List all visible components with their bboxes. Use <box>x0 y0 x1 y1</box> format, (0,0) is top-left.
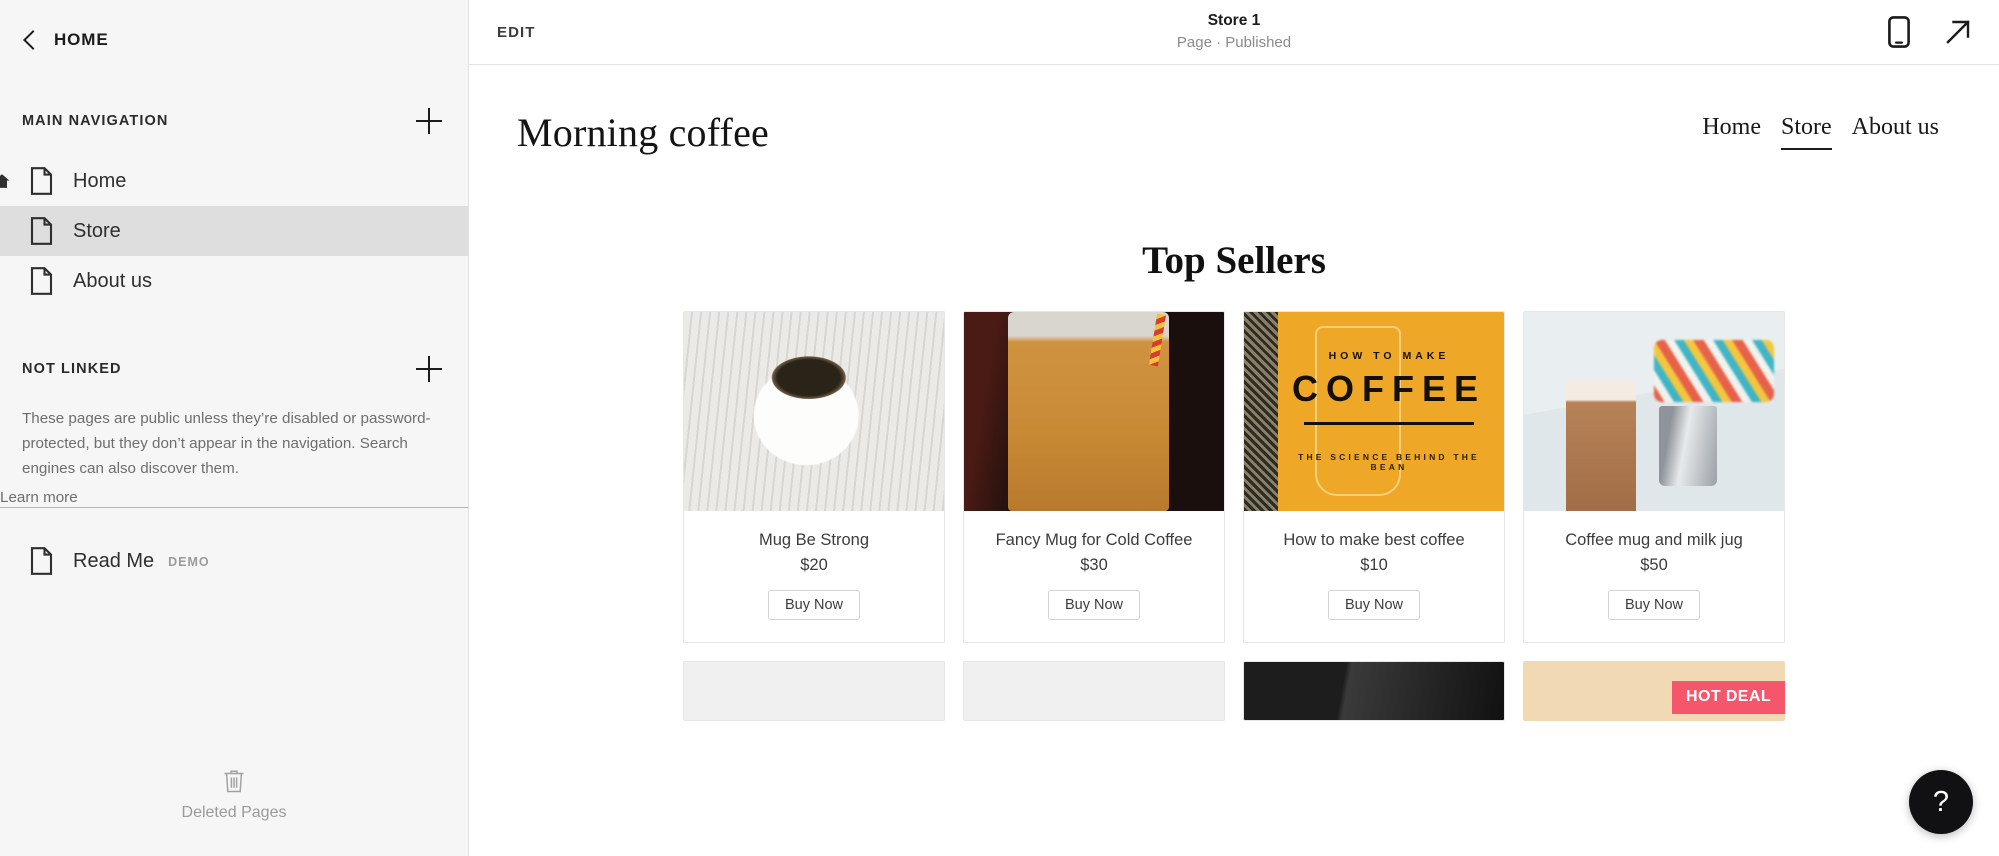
product-name: Mug Be Strong <box>758 531 870 549</box>
milk-jug-decoration <box>1659 405 1718 486</box>
homepage-indicator-icon <box>0 174 10 188</box>
product-card[interactable] <box>683 661 945 721</box>
site-logo: Morning coffee <box>517 110 769 155</box>
sidebar-item-about-us[interactable]: About us <box>0 256 468 306</box>
page-icon <box>30 267 53 295</box>
product-name: Coffee mug and milk jug <box>1565 531 1743 549</box>
page-icon <box>30 217 53 245</box>
product-image: HOW TO MAKE COFFEE THE SCIENCE BEHIND TH… <box>1244 312 1504 511</box>
product-image <box>964 312 1224 511</box>
buy-now-button[interactable]: Buy Now <box>1607 590 1701 620</box>
product-card[interactable] <box>963 661 1225 721</box>
main-panel: EDIT Store 1 Page · Published Morning co… <box>469 0 1999 856</box>
sidebar-item-home[interactable]: Home <box>0 156 468 206</box>
deleted-pages-label: Deleted Pages <box>181 804 287 821</box>
product-grid: Mug Be Strong $20 Buy Now Fancy Mug for … <box>469 311 1999 643</box>
product-name: Fancy Mug for Cold Coffee <box>995 531 1193 549</box>
sidebar-item-store[interactable]: Store <box>0 206 468 256</box>
straw-decoration <box>1148 313 1166 367</box>
mobile-preview-icon[interactable] <box>1888 16 1910 48</box>
page-icon <box>30 167 53 195</box>
site-nav-home[interactable]: Home <box>1702 114 1761 148</box>
product-info: Fancy Mug for Cold Coffee $30 Buy Now <box>964 511 1224 642</box>
product-card[interactable]: Mug Be Strong $20 Buy Now <box>683 311 945 643</box>
product-card[interactable]: HOT DEAL <box>1523 661 1785 721</box>
site-navigation: Home Store About us <box>1702 114 1939 156</box>
product-price: $50 <box>1640 556 1668 574</box>
back-to-home-button[interactable]: HOME <box>0 0 468 58</box>
product-info: Coffee mug and milk jug $50 Buy Now <box>1524 511 1784 642</box>
product-image <box>964 662 1224 720</box>
sidebar-item-label: Store <box>73 219 121 242</box>
product-grid-row-2: HOT DEAL <box>469 661 1999 721</box>
page-title: Store 1 <box>1207 12 1261 30</box>
product-image <box>1244 662 1504 720</box>
product-price: $30 <box>1080 556 1108 574</box>
product-card[interactable]: HOW TO MAKE COFFEE THE SCIENCE BEHIND TH… <box>1243 311 1505 643</box>
not-linked-section-header: NOT LINKED <box>0 356 468 382</box>
help-label: ? <box>1932 785 1950 818</box>
page-icon <box>30 547 53 575</box>
back-label: HOME <box>54 30 109 49</box>
section-title: Top Sellers <box>1142 239 1326 282</box>
product-image <box>1524 312 1784 511</box>
site-nav-store[interactable]: Store <box>1780 114 1832 150</box>
site-nav-about-us[interactable]: About us <box>1852 114 1939 148</box>
page-meta: Store 1 Page · Published <box>1177 11 1291 52</box>
poster-line-1: HOW TO MAKE <box>1328 350 1450 362</box>
open-external-arrow-icon[interactable] <box>1943 17 1973 47</box>
sidebar-item-read-me[interactable]: Read Me DEMO <box>0 536 468 586</box>
not-linked-list: Read Me DEMO <box>0 536 468 586</box>
buy-now-button[interactable]: Buy Now <box>767 590 861 620</box>
product-card[interactable] <box>1243 661 1505 721</box>
poster-rule <box>1304 422 1474 425</box>
mesh-decoration <box>1244 312 1278 511</box>
page-status: Page · Published <box>1176 34 1292 52</box>
buy-now-button[interactable]: Buy Now <box>1327 590 1421 620</box>
toolbar-actions <box>1888 16 1973 48</box>
not-linked-title: NOT LINKED <box>22 361 122 377</box>
page-toolbar: EDIT Store 1 Page · Published <box>469 0 1999 65</box>
add-main-navigation-page-button[interactable] <box>416 108 442 134</box>
sidebar-item-label: Home <box>73 169 127 192</box>
add-not-linked-page-button[interactable] <box>416 356 442 382</box>
product-card[interactable]: Fancy Mug for Cold Coffee $30 Buy Now <box>963 311 1225 643</box>
product-info: Mug Be Strong $20 Buy Now <box>684 511 944 642</box>
main-navigation-section-header: MAIN NAVIGATION <box>0 108 468 134</box>
pages-sidebar: HOME MAIN NAVIGATION Home Store About us… <box>0 0 469 856</box>
demo-badge: DEMO <box>168 555 210 569</box>
site-header: Morning coffee Home Store About us <box>469 65 1999 156</box>
app-root: HOME MAIN NAVIGATION Home Store About us… <box>0 0 1999 856</box>
product-price: $20 <box>800 556 828 574</box>
deleted-pages-button[interactable]: Deleted Pages <box>0 769 468 856</box>
buy-now-button[interactable]: Buy Now <box>1047 590 1141 620</box>
product-info: How to make best coffee $10 Buy Now <box>1244 511 1504 642</box>
site-preview-canvas: Morning coffee Home Store About us Top S… <box>469 65 1999 856</box>
product-name: How to make best coffee <box>1283 531 1465 549</box>
pillow-decoration <box>1653 339 1774 402</box>
product-image <box>684 662 944 720</box>
learn-more-link[interactable]: Learn more <box>0 489 468 508</box>
poster-line-2: COFFEE <box>1291 368 1486 409</box>
help-button[interactable]: ? <box>1909 770 1973 834</box>
main-navigation-list: Home Store About us <box>0 156 468 306</box>
product-card[interactable]: Coffee mug and milk jug $50 Buy Now <box>1523 311 1785 643</box>
product-price: $10 <box>1360 556 1388 574</box>
chevron-left-icon <box>23 30 43 50</box>
main-navigation-title: MAIN NAVIGATION <box>22 113 169 129</box>
trash-icon <box>224 770 244 793</box>
not-linked-description: These pages are public unless they’re di… <box>22 410 431 477</box>
sidebar-item-label: About us <box>73 269 152 292</box>
hot-deal-badge: HOT DEAL <box>1672 681 1785 714</box>
sidebar-item-label: Read Me <box>73 549 155 572</box>
poster-line-3: THE SCIENCE BEHIND THE BEAN <box>1298 452 1480 472</box>
edit-button[interactable]: EDIT <box>497 24 536 41</box>
product-image <box>684 312 944 511</box>
